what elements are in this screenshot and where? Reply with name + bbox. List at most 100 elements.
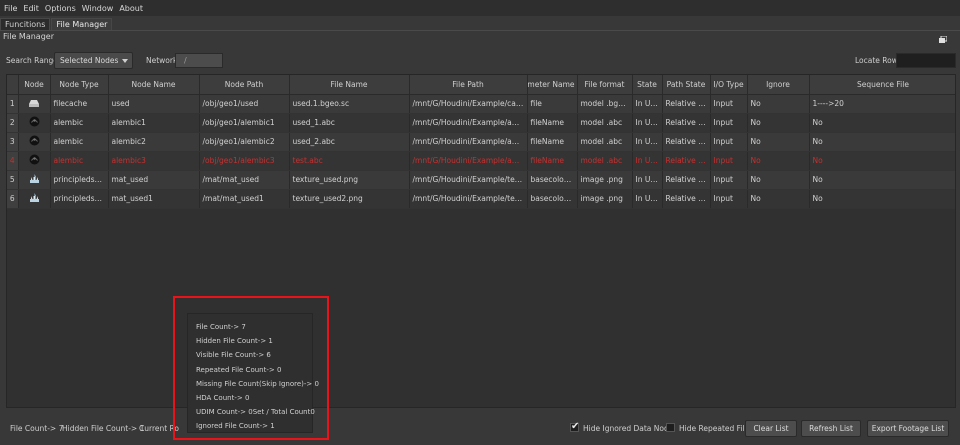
col-header-io-type[interactable]: I/O Type [710,75,748,95]
cell-node-type[interactable]: principledsha... [50,189,109,209]
col-header-ignore[interactable]: Ignore [747,75,810,95]
cell-node-name[interactable]: mat_used1 [108,189,200,209]
row-number[interactable]: 1 [7,94,19,114]
row-number[interactable]: 2 [7,113,19,133]
cell-parameter-name[interactable]: basecolor_... [527,189,578,209]
cell-parameter-name[interactable]: fileName [527,151,578,171]
cell-node-path[interactable]: /obj/geo1/alembic1 [199,113,290,133]
cell-file-format[interactable]: model .bgeo.sc [577,94,633,114]
col-header-file-name[interactable]: File Name [289,75,410,95]
clear-list-button[interactable]: Clear List [745,420,797,437]
node-icon-cell[interactable] [18,94,51,114]
cell-state[interactable]: In Use [632,170,663,190]
cell-io-type[interactable]: Input [710,170,748,190]
menu-options[interactable]: Options [45,4,76,13]
cell-ignore[interactable]: No [747,94,810,114]
cell-io-type[interactable]: Input [710,151,748,171]
cell-node-type[interactable]: alembic [50,151,109,171]
node-icon-cell[interactable] [18,132,51,152]
cell-file-path[interactable]: /mnt/G/Houdini/Example/cache/... [409,94,528,114]
cell-path-state[interactable]: Relative Path [662,151,711,171]
cell-parameter-name[interactable]: file [527,94,578,114]
cell-node-type[interactable]: principledsha... [50,170,109,190]
search-range-dropdown[interactable]: Selected Nodes [54,52,133,69]
table-row[interactable]: 1 filecache used/obj/geo1/used used.1.bgeo.… [7,94,955,114]
tab-file-manager[interactable]: File Manager [51,18,113,30]
col-header-sequence-file[interactable]: Sequence File [809,75,955,95]
cell-ignore[interactable]: No [747,170,810,190]
cell-parameter-name[interactable]: fileName [527,132,578,152]
cell-node-name[interactable]: mat_used [108,170,200,190]
cell-file-format[interactable]: image .png [577,189,633,209]
cell-path-state[interactable]: Relative Path [662,132,711,152]
menu-file[interactable]: File [4,4,17,13]
cell-state[interactable]: In Use [632,113,663,133]
cell-file-path[interactable]: /mnt/G/Houdini/Example/tex/tex... [409,189,528,209]
cell-io-type[interactable]: Input [710,94,748,114]
cell-node-path[interactable]: /obj/geo1/alembic3 [199,151,290,171]
col-header-node[interactable]: Node [18,75,51,95]
cell-ignore[interactable]: No [747,151,810,171]
cell-path-state[interactable]: Relative Path [662,113,711,133]
cell-file-name[interactable]: test.abc [289,151,410,171]
refresh-list-button[interactable]: Refresh List [801,420,861,437]
cell-file-format[interactable]: model .abc [577,113,633,133]
locate-row-input[interactable] [896,53,956,68]
table-row[interactable]: 5 principledsha... mat_used/mat/mat_used te… [7,170,955,190]
cell-node-name[interactable]: used [108,94,200,114]
cell-path-state[interactable]: Relative Path [662,94,711,114]
col-header-node-name[interactable]: Node Name [108,75,200,95]
col-header-file-format[interactable]: File format [577,75,633,95]
col-header-path-state[interactable]: Path State [662,75,711,95]
cell-node-path[interactable]: /mat/mat_used [199,170,290,190]
row-number[interactable]: 4 [7,151,19,171]
cell-file-path[interactable]: /mnt/G/Houdini/Example/abc/te... [409,151,528,171]
cell-ignore[interactable]: No [747,132,810,152]
col-header-parameter-name[interactable]: Parameter Name [527,75,578,95]
cell-node-path[interactable]: /mat/mat_used1 [199,189,290,209]
network-field[interactable]: / [175,53,223,68]
cell-file-path[interactable]: /mnt/G/Houdini/Example/tex/tex... [409,170,528,190]
cell-file-path[interactable]: /mnt/G/Houdini/Example/abc/us... [409,132,528,152]
corner-header[interactable] [7,75,19,95]
cell-state[interactable]: In Use [632,94,663,114]
table-row[interactable]: 6 principledsha... mat_used1/mat/mat_used1… [7,189,955,209]
cell-state[interactable]: In Use [632,189,663,209]
cell-node-type[interactable]: alembic [50,113,109,133]
cell-file-format[interactable]: image .png [577,170,633,190]
cell-sequence-file[interactable]: No [809,170,955,190]
tab-functions[interactable]: Funcitions [0,18,51,30]
cell-ignore[interactable]: No [747,113,810,133]
cell-sequence-file[interactable]: No [809,113,955,133]
cell-ignore[interactable]: No [747,189,810,209]
float-window-icon[interactable] [939,36,947,43]
cell-node-type[interactable]: alembic [50,132,109,152]
cell-sequence-file[interactable]: 1---->20 [809,94,955,114]
cell-node-path[interactable]: /obj/geo1/used [199,94,290,114]
cell-sequence-file[interactable]: No [809,151,955,171]
cell-file-name[interactable]: used_1.abc [289,113,410,133]
cell-io-type[interactable]: Input [710,189,748,209]
row-number[interactable]: 5 [7,170,19,190]
cell-file-format[interactable]: model .abc [577,132,633,152]
hide-ignored-checkbox[interactable]: ✔ [570,421,579,432]
cell-state[interactable]: In Use [632,151,663,171]
cell-node-name[interactable]: alembic2 [108,132,200,152]
row-number[interactable]: 3 [7,132,19,152]
cell-path-state[interactable]: Relative Path [662,170,711,190]
table-row[interactable]: 4 alembic alembic3/obj/geo1/alembic3 test.a… [7,151,955,171]
node-icon-cell[interactable] [18,170,51,190]
node-icon-cell[interactable] [18,113,51,133]
cell-node-path[interactable]: /obj/geo1/alembic2 [199,132,290,152]
cell-file-name[interactable]: used_2.abc [289,132,410,152]
cell-parameter-name[interactable]: fileName [527,113,578,133]
node-icon-cell[interactable] [18,151,51,171]
cell-node-name[interactable]: alembic3 [108,151,200,171]
col-header-state[interactable]: State [632,75,663,95]
cell-file-name[interactable]: used.1.bgeo.sc [289,94,410,114]
export-footage-list-button[interactable]: Export Footage List [867,420,949,437]
menu-edit[interactable]: Edit [23,4,39,13]
table-row[interactable]: 3 alembic alembic2/obj/geo1/alembic2 used_2… [7,132,955,152]
col-header-file-path[interactable]: File Path [409,75,528,95]
menu-about[interactable]: About [119,4,143,13]
